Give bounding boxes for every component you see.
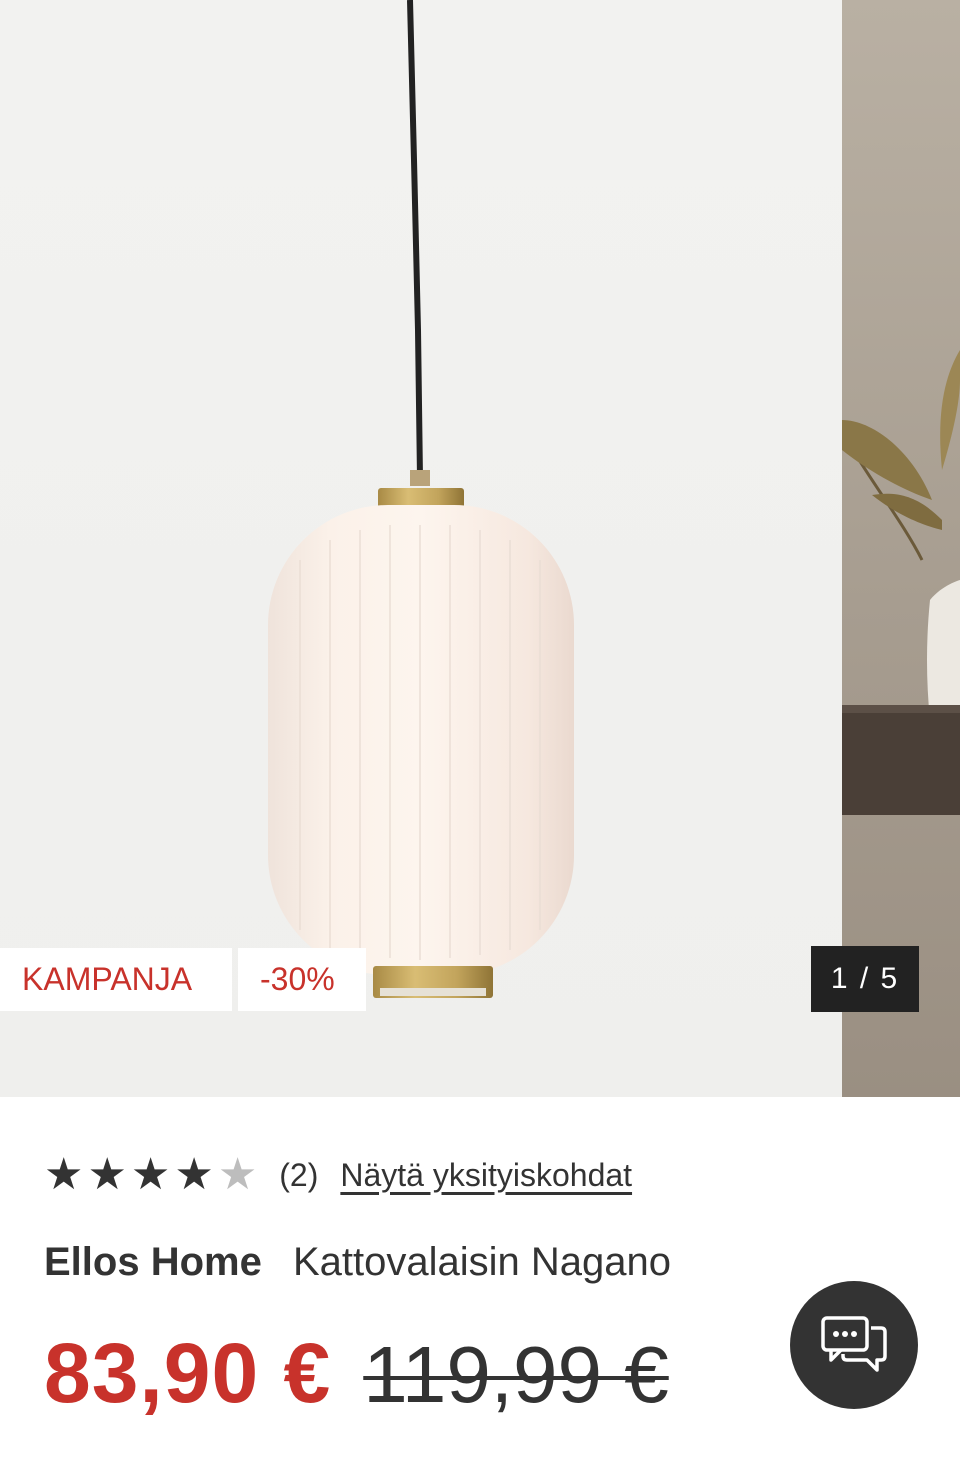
chat-bubbles-icon xyxy=(821,1316,887,1372)
discount-badge: -30% xyxy=(238,948,366,1011)
product-name: Kattovalaisin Nagano xyxy=(292,1240,671,1284)
star-empty-icon: ★ xyxy=(217,1149,258,1200)
price-row: 83,90 € 119,99 € xyxy=(44,1325,669,1422)
rating-row: ★ ★ ★ ★ ★ (2) Näytä yksityiskohdat xyxy=(44,1148,632,1202)
review-count[interactable]: (2) xyxy=(279,1157,318,1194)
campaign-badge: KAMPANJA xyxy=(0,948,232,1011)
original-price: 119,99 € xyxy=(363,1330,669,1419)
rating-stars: ★ ★ ★ ★ ★ xyxy=(44,1148,257,1202)
product-image-main[interactable] xyxy=(0,0,842,1097)
sale-price: 83,90 € xyxy=(44,1326,332,1420)
product-brand[interactable]: Ellos Home xyxy=(44,1240,262,1284)
star-filled-icon: ★ xyxy=(130,1149,171,1200)
plant-decor-image xyxy=(842,350,960,815)
star-filled-icon: ★ xyxy=(87,1149,127,1200)
product-title: Ellos Home Kattovalaisin Nagano xyxy=(44,1240,671,1285)
show-details-link[interactable]: Näytä yksityiskohdat xyxy=(340,1157,632,1194)
product-image-next-preview[interactable] xyxy=(842,0,960,1097)
pendant-lamp-image xyxy=(268,0,574,998)
image-counter: 1 / 5 xyxy=(811,946,919,1012)
star-filled-icon: ★ xyxy=(174,1149,214,1200)
star-filled-icon: ★ xyxy=(44,1149,84,1200)
chat-button[interactable] xyxy=(790,1281,918,1409)
product-image-gallery[interactable]: KAMPANJA -30% 1 / 5 xyxy=(0,0,960,1097)
